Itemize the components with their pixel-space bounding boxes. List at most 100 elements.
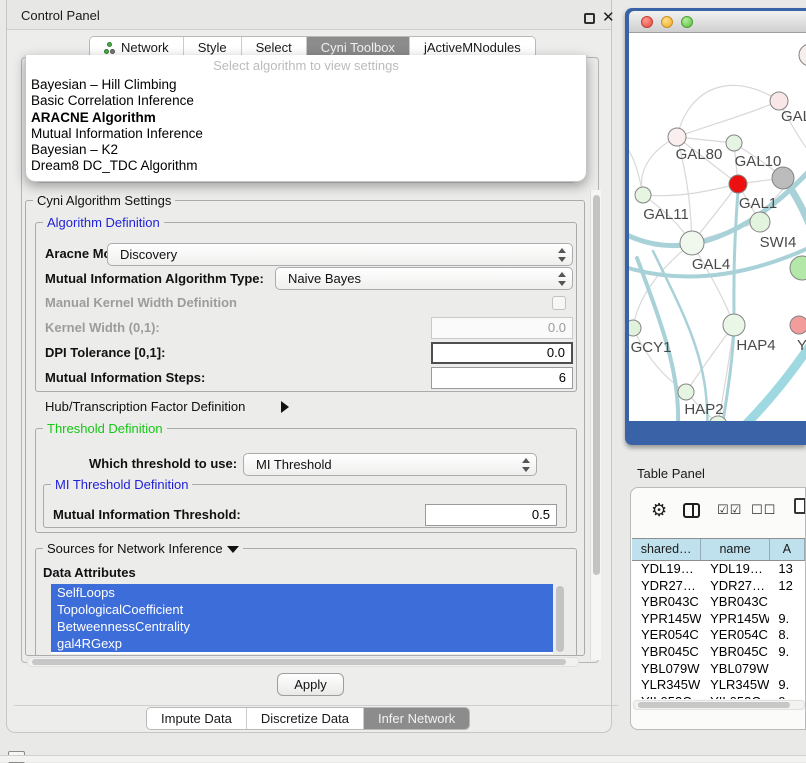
network-edge-highlighted[interactable] <box>720 191 738 421</box>
table-body: YDL19…YDL19…13YDR27…YDR27…12YBR043CYBR04… <box>632 561 805 699</box>
manual-kernel-checkbox[interactable] <box>552 296 566 310</box>
columns-icon[interactable] <box>683 503 700 518</box>
table-row[interactable]: YBR045CYBR045C9. <box>632 644 805 661</box>
algorithm-option-aracne-algorithm[interactable]: ARACNE Algorithm <box>26 110 586 126</box>
close-window-button[interactable] <box>641 16 653 28</box>
collapse-arrow-icon[interactable] <box>227 546 239 553</box>
gear-icon[interactable]: ⚙ <box>651 501 667 519</box>
table-panel-title: Table Panel <box>637 466 705 481</box>
close-panel-icon[interactable]: ✕ <box>602 8 615 26</box>
column-header-3[interactable]: A <box>770 539 805 560</box>
network-node[interactable] <box>680 231 704 255</box>
attribute-item-betweennesscentrality[interactable]: BetweennessCentrality <box>51 618 553 635</box>
float-panel-button[interactable] <box>584 13 595 24</box>
algorithm-option-basic-correlation-inference[interactable]: Basic Correlation Inference <box>26 93 586 109</box>
table-row[interactable]: YLR345WYLR345W9. <box>632 677 805 694</box>
algorithm-definition-title: Algorithm Definition <box>43 215 164 230</box>
table-panel: ⚙ ☑☑ ☐☐ shared…nameA YDL19…YDL19…13YDR27… <box>630 487 806 730</box>
network-edge[interactable] <box>677 101 779 137</box>
network-node[interactable] <box>790 316 806 334</box>
network-node[interactable] <box>799 44 806 66</box>
network-node[interactable] <box>790 256 806 280</box>
table-row[interactable]: YBL079WYBL079W <box>632 661 805 678</box>
scrollbar-thumb[interactable] <box>32 659 566 665</box>
network-icon <box>104 42 116 54</box>
select-all-columns-icon[interactable]: ☑☑ <box>717 502 742 518</box>
table-cell: 9. <box>769 694 805 699</box>
mi-steps-field[interactable]: 6 <box>431 367 573 389</box>
network-node[interactable] <box>723 314 745 336</box>
network-edge[interactable] <box>633 328 686 392</box>
which-threshold-label: Which threshold to use: <box>89 453 237 475</box>
attribute-item-gal4rgexp[interactable]: gal4RGexp <box>51 635 553 652</box>
algorithm-option-mutual-information-inference[interactable]: Mutual Information Inference <box>26 126 586 142</box>
mi-type-combo[interactable]: Naive Bayes <box>275 267 573 290</box>
which-threshold-combo[interactable]: MI Threshold <box>243 453 537 476</box>
table-cell: YDL19… <box>632 561 701 578</box>
column-header-1[interactable]: shared… <box>632 539 701 560</box>
kernel-width-field[interactable]: 0.0 <box>431 317 573 339</box>
aracne-mode-combo[interactable]: Discovery <box>107 243 573 266</box>
network-node[interactable] <box>726 135 742 151</box>
algorithm-option-bayesian-k2[interactable]: Bayesian – K2 <box>26 142 586 158</box>
network-node[interactable] <box>629 320 641 336</box>
mi-threshold-group-title: MI Threshold Definition <box>51 477 192 492</box>
document-icon[interactable] <box>794 498 806 514</box>
tab-impute-data[interactable]: Impute Data <box>147 708 247 729</box>
control-panel-title: Control Panel <box>21 8 100 23</box>
list-vertical-scrollbar[interactable] <box>556 586 564 652</box>
network-node[interactable] <box>678 384 694 400</box>
dpi-tolerance-field[interactable]: 0.0 <box>431 342 573 364</box>
minimize-window-button[interactable] <box>661 16 673 28</box>
settings-scrollbar-thumb[interactable] <box>593 195 600 575</box>
network-edge[interactable] <box>641 137 677 195</box>
table-cell: YPR145W <box>632 611 701 628</box>
network-node[interactable] <box>750 212 770 232</box>
network-edge[interactable] <box>643 184 738 196</box>
combo-stepper-icon <box>521 458 530 472</box>
attribute-item-topologicalcoefficient[interactable]: TopologicalCoefficient <box>51 601 553 618</box>
table-row[interactable]: YDL19…YDL19…13 <box>632 561 805 578</box>
deselect-all-columns-icon[interactable]: ☐☐ <box>751 502 776 518</box>
tab-label: Discretize Data <box>261 711 349 726</box>
attribute-item-selfloops[interactable]: SelfLoops <box>51 584 553 601</box>
network-edge[interactable] <box>677 85 779 137</box>
network-canvas[interactable]: GALGAL80GAL10GAL1GAL11SWI4GAL4GCY1HAP4YH… <box>629 33 806 421</box>
apply-button[interactable]: Apply <box>277 673 344 696</box>
network-node[interactable] <box>772 167 794 189</box>
scrollbar-thumb[interactable] <box>638 702 790 708</box>
network-window-titlebar[interactable] <box>629 11 806 33</box>
table-cell: YBR043C <box>632 594 701 611</box>
table-horizontal-scrollbar[interactable] <box>633 700 805 710</box>
network-node[interactable] <box>729 175 747 193</box>
table-cell: YLR345W <box>701 677 769 694</box>
algorithm-option-bayesian-hill-climbing[interactable]: Bayesian – Hill Climbing <box>26 77 586 93</box>
table-row[interactable]: YIL052CYIL052C9. <box>632 694 805 699</box>
table-row[interactable]: YPR145WYPR145W9. <box>632 611 805 628</box>
mi-threshold-label: Mutual Information Threshold: <box>53 504 241 526</box>
tab-infer-network[interactable]: Infer Network <box>364 708 469 729</box>
table-cell: YLR345W <box>632 677 701 694</box>
table-row[interactable]: YBR043CYBR043C <box>632 594 805 611</box>
table-row[interactable]: YDR27…YDR27…12 <box>632 578 805 595</box>
node-label: GAL80 <box>676 146 723 163</box>
tab-label: jActiveMNodules <box>424 40 521 55</box>
network-edge[interactable] <box>686 325 734 392</box>
settings-scrollbar-track[interactable] <box>590 190 601 660</box>
network-node[interactable] <box>668 128 686 146</box>
algorithm-dropdown: Select algorithm to view settings Bayesi… <box>25 55 587 182</box>
table-cell <box>769 594 805 611</box>
algorithm-option-dream8-dc-tdc-algorithm[interactable]: Dream8 DC_TDC Algorithm <box>26 158 586 174</box>
mi-threshold-field[interactable]: 0.5 <box>425 504 557 526</box>
hub-definition-label: Hub/Transcription Factor Definition <box>45 396 245 418</box>
tab-discretize-data[interactable]: Discretize Data <box>247 708 364 729</box>
zoom-window-button[interactable] <box>681 16 693 28</box>
column-header-2[interactable]: name <box>701 539 769 560</box>
list-horizontal-scrollbar[interactable] <box>27 657 579 667</box>
table-row[interactable]: YER054CYER054C8. <box>632 627 805 644</box>
threshold-definition-title: Threshold Definition <box>43 421 167 436</box>
node-label: SWI4 <box>760 234 797 251</box>
network-node[interactable] <box>635 187 651 203</box>
expand-arrow-icon[interactable] <box>281 401 289 413</box>
table-cell: YDR27… <box>632 578 701 595</box>
